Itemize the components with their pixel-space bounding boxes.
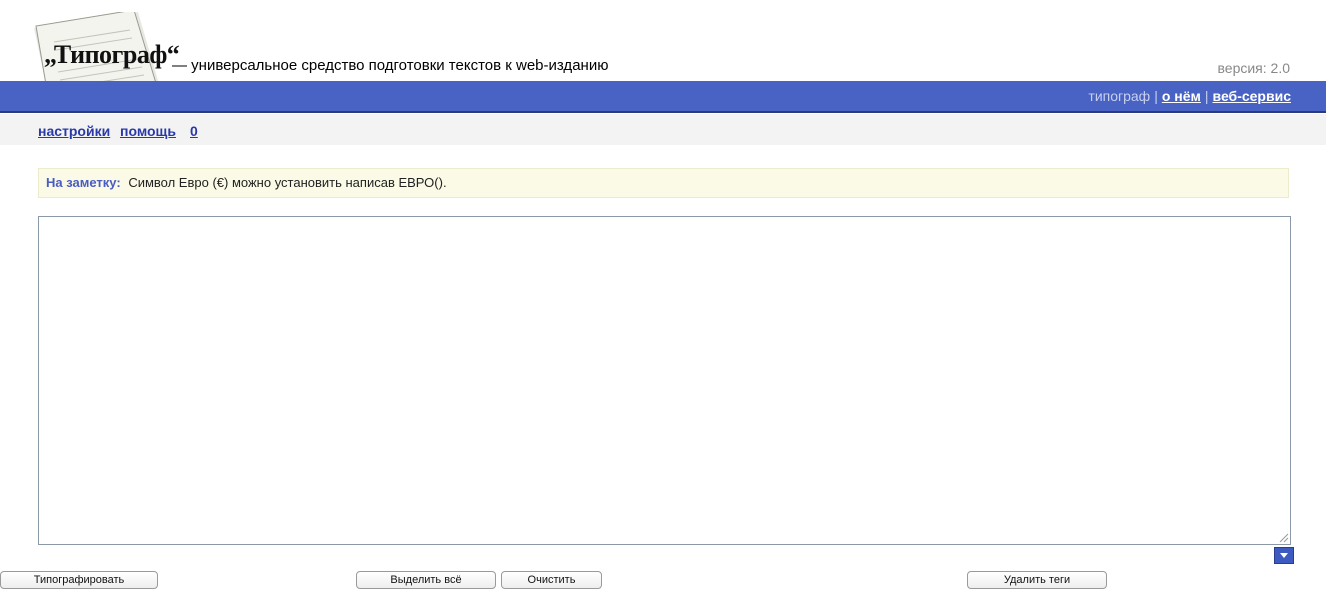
help-link[interactable]: помощь <box>120 123 176 139</box>
tip-note: На заметку: Символ Евро (€) можно устано… <box>38 168 1289 198</box>
remove-tags-button[interactable]: Удалить теги <box>967 571 1107 589</box>
typograf-page: „Типограф“ — универсальное средство подг… <box>0 0 1326 610</box>
count-link[interactable]: 0 <box>190 123 198 139</box>
version-label: версия: 2.0 <box>1217 60 1291 76</box>
typograph-button[interactable]: Типографировать <box>0 571 158 589</box>
logo-title: „Типограф“ <box>44 40 180 69</box>
text-input[interactable] <box>38 216 1291 545</box>
clear-button[interactable]: Очистить <box>501 571 602 589</box>
tip-text: Символ Евро (€) можно установить написав… <box>128 175 447 190</box>
tip-label: На заметку: <box>46 175 121 190</box>
top-nav: типограф | о нём | веб-сервис <box>1088 88 1291 104</box>
nav-link-about[interactable]: о нём <box>1162 88 1201 104</box>
nav-separator: | <box>1154 88 1158 104</box>
resize-grip-icon[interactable] <box>1278 532 1289 543</box>
tagline: — универсальное средство подготовки текс… <box>172 57 609 74</box>
toolbar: настройки помощь 0 <box>0 114 1326 145</box>
nav-link-web-service[interactable]: веб-сервис <box>1213 88 1291 104</box>
nav-separator: | <box>1204 88 1209 104</box>
expand-editor-button[interactable] <box>1274 547 1294 564</box>
nav-item-typograf: типограф <box>1088 88 1151 104</box>
select-all-button[interactable]: Выделить всё <box>356 571 496 589</box>
settings-link[interactable]: настройки <box>38 123 110 139</box>
